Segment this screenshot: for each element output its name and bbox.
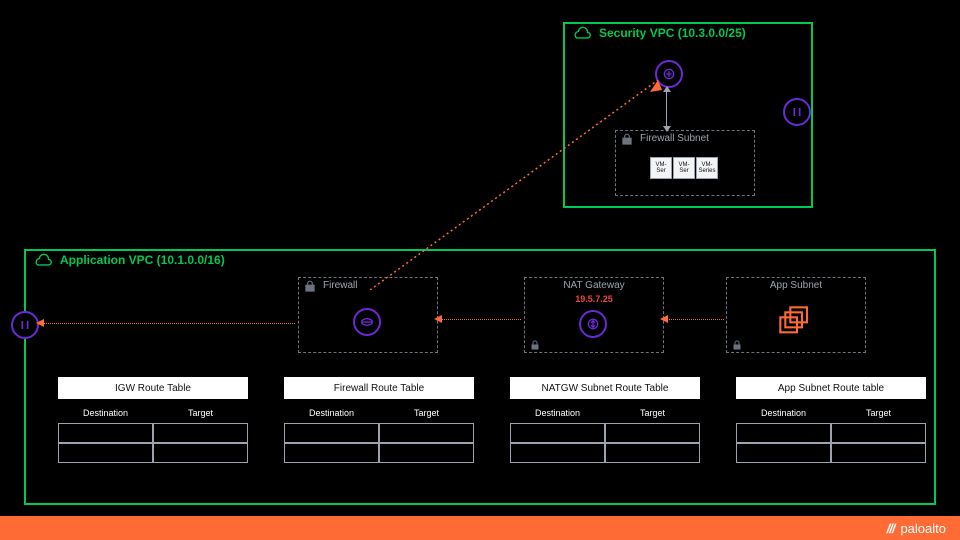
arrow-firewall-to-security bbox=[370, 80, 670, 290]
security-vpc-label: Security VPC (10.3.0.0/25) bbox=[599, 26, 746, 40]
col-target: Target bbox=[379, 408, 474, 418]
col-destination: Destination bbox=[284, 408, 379, 418]
vm-series-box: VM-Ser bbox=[673, 157, 695, 179]
cloud-icon bbox=[571, 26, 593, 42]
natgw-route-table: DestinationTarget bbox=[510, 403, 700, 463]
arrow-app-to-nat bbox=[667, 319, 724, 320]
nat-gateway-icon bbox=[579, 310, 607, 338]
firewall-route-table-title: Firewall Route Table bbox=[284, 377, 474, 399]
app-route-table: DestinationTarget bbox=[736, 403, 926, 463]
col-target: Target bbox=[153, 408, 248, 418]
col-target: Target bbox=[831, 408, 926, 418]
col-destination: Destination bbox=[58, 408, 153, 418]
arrow-head bbox=[660, 315, 668, 323]
col-destination: Destination bbox=[736, 408, 831, 418]
application-vpc-label: Application VPC (10.1.0.0/16) bbox=[60, 253, 225, 267]
arrow-firewall-to-igw bbox=[43, 323, 295, 324]
brand-name: paloalto bbox=[900, 521, 946, 536]
igw-app-icon bbox=[11, 311, 39, 339]
logo-mark: /// bbox=[887, 521, 895, 536]
igw-route-table-title: IGW Route Table bbox=[58, 377, 248, 399]
firewall-endpoint-icon bbox=[353, 308, 381, 336]
cloud-icon bbox=[32, 253, 54, 269]
app-subnet-label: App Subnet bbox=[727, 280, 865, 291]
col-destination: Destination bbox=[510, 408, 605, 418]
firewall-route-table: DestinationTarget bbox=[284, 403, 474, 463]
footer-logo: /// paloalto bbox=[887, 521, 946, 536]
igw-security-icon bbox=[783, 98, 811, 126]
vm-series-box: VM-Series bbox=[696, 157, 718, 179]
arrow-head bbox=[36, 319, 44, 327]
app-subnet-box: App Subnet bbox=[726, 277, 866, 353]
igw-route-table: DestinationTarget bbox=[58, 403, 248, 463]
arrow-head bbox=[434, 315, 442, 323]
lock-icon bbox=[529, 338, 541, 350]
firewall-label: Firewall bbox=[323, 280, 357, 291]
footer-bar: /// paloalto bbox=[0, 516, 960, 540]
app-servers-icon bbox=[777, 304, 817, 340]
natgw-route-table-title: NATGW Subnet Route Table bbox=[510, 377, 700, 399]
subnet-icon bbox=[303, 280, 317, 294]
nat-gateway-ip: 19.5.7.25 bbox=[525, 294, 663, 304]
col-target: Target bbox=[605, 408, 700, 418]
lock-icon bbox=[731, 338, 743, 350]
arrow-nat-to-firewall bbox=[441, 319, 521, 320]
app-route-table-title: App Subnet Route table bbox=[736, 377, 926, 399]
